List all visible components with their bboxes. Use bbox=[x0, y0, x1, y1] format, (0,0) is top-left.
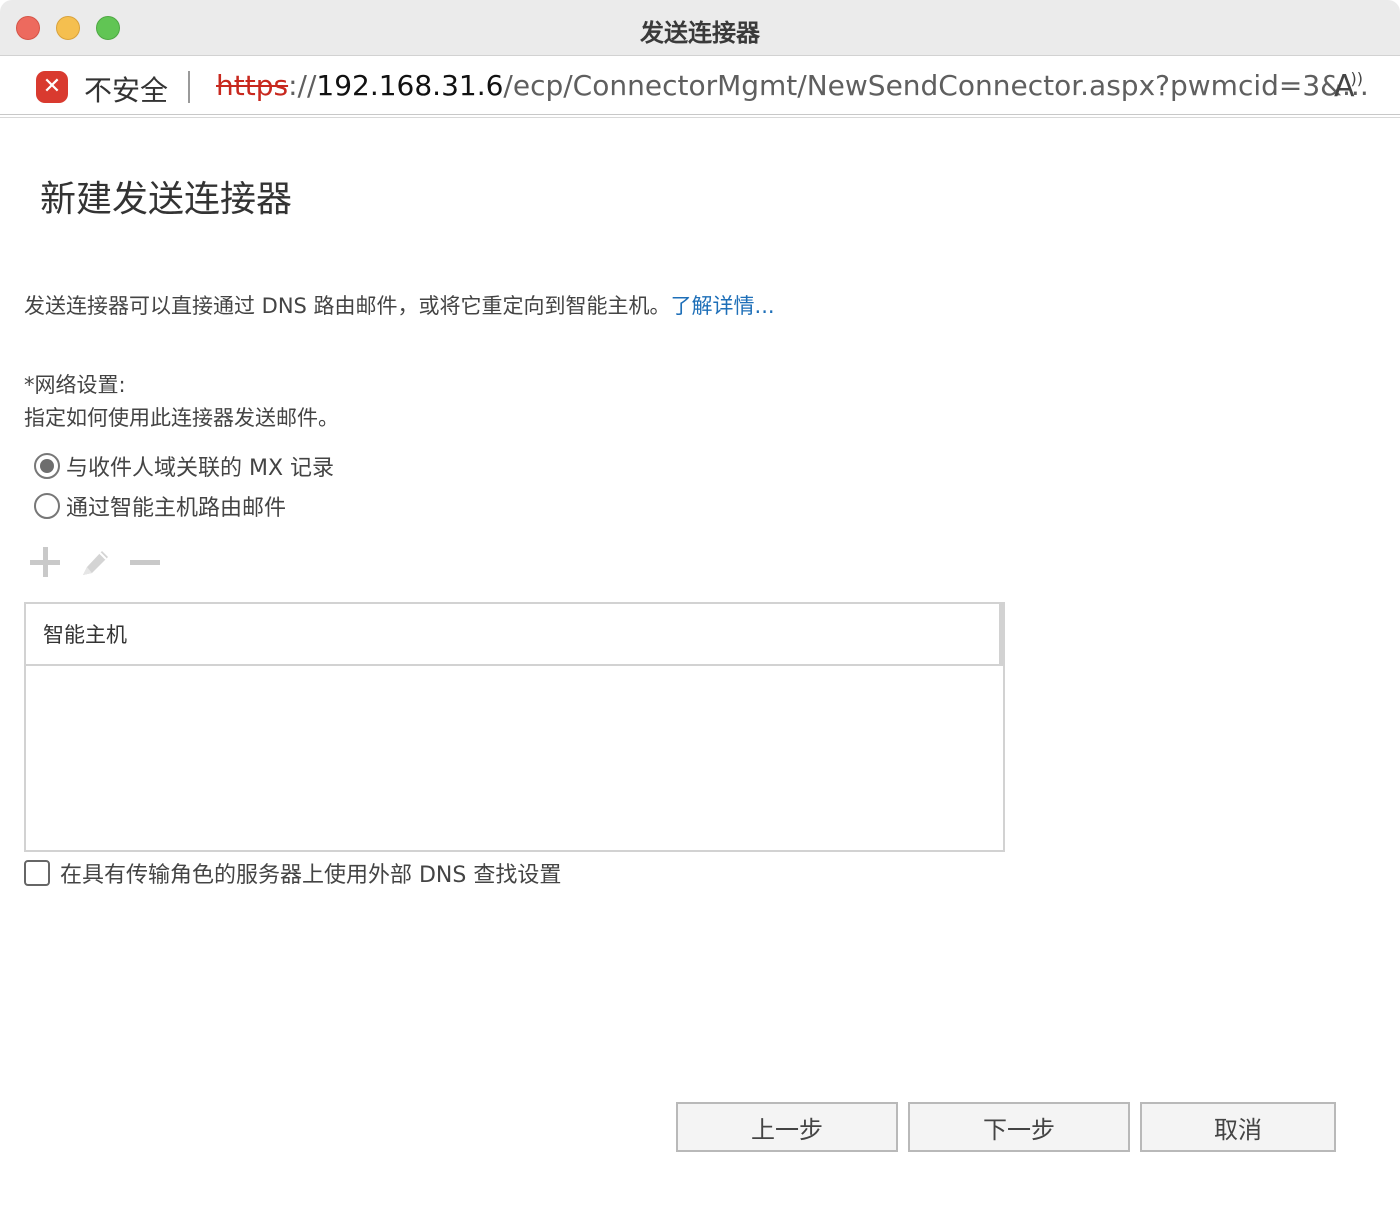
edit-icon[interactable] bbox=[78, 545, 112, 579]
security-label[interactable]: 不安全 bbox=[84, 69, 168, 109]
url-separator: :// bbox=[288, 69, 317, 102]
address-bar[interactable]: ✕ 不安全 https://192.168.31.6/ecp/Connector… bbox=[0, 57, 1400, 118]
add-icon[interactable] bbox=[28, 545, 62, 579]
grid-column-header-label: 智能主机 bbox=[43, 623, 127, 647]
insecure-icon[interactable]: ✕ bbox=[36, 71, 68, 103]
address-divider bbox=[188, 71, 190, 103]
window-title: 发送连接器 bbox=[640, 19, 760, 47]
radio-mx-record-label[interactable]: 与收件人域关联的 MX 记录 bbox=[66, 450, 334, 482]
url-scheme: https bbox=[216, 69, 289, 102]
radio-smart-host[interactable]: 通过智能主机路由邮件 bbox=[34, 490, 286, 522]
radio-mx-record[interactable]: 与收件人域关联的 MX 记录 bbox=[34, 450, 334, 482]
window-titlebar: 发送连接器 bbox=[0, 0, 1400, 56]
learn-more-link[interactable]: 了解详情... bbox=[671, 294, 775, 318]
external-dns-checkbox-control[interactable] bbox=[24, 860, 50, 886]
url-text[interactable]: https://192.168.31.6/ecp/ConnectorMgmt/N… bbox=[216, 69, 1369, 102]
radio-mx-record-control[interactable] bbox=[34, 453, 60, 479]
back-button[interactable]: 上一步 bbox=[676, 1102, 898, 1152]
smart-host-toolbar bbox=[28, 544, 178, 580]
external-dns-checkbox-label[interactable]: 在具有传输角色的服务器上使用外部 DNS 查找设置 bbox=[60, 857, 561, 889]
reader-aloud-icon[interactable]: A)) bbox=[1334, 69, 1367, 104]
url-host: 192.168.31.6 bbox=[316, 69, 504, 102]
intro-description: 发送连接器可以直接通过 DNS 路由邮件，或将它重定向到智能主机。 bbox=[24, 294, 671, 318]
external-dns-checkbox[interactable]: 在具有传输角色的服务器上使用外部 DNS 查找设置 bbox=[24, 858, 561, 888]
smart-host-grid[interactable]: 智能主机 bbox=[24, 602, 1005, 852]
radio-smart-host-label[interactable]: 通过智能主机路由邮件 bbox=[66, 490, 286, 522]
network-settings-description: 指定如何使用此连接器发送邮件。 bbox=[24, 406, 339, 430]
network-settings-label: *网络设置: bbox=[24, 373, 126, 397]
intro-text: 发送连接器可以直接通过 DNS 路由邮件，或将它重定向到智能主机。了解详情... bbox=[24, 290, 775, 320]
next-button[interactable]: 下一步 bbox=[908, 1102, 1130, 1152]
grid-column-header[interactable]: 智能主机 bbox=[26, 604, 1003, 666]
cancel-button[interactable]: 取消 bbox=[1140, 1102, 1336, 1152]
page-title: 新建发送连接器 bbox=[40, 179, 293, 220]
radio-smart-host-control[interactable] bbox=[34, 493, 60, 519]
remove-icon[interactable] bbox=[128, 545, 162, 579]
url-path: /ecp/ConnectorMgmt/NewSendConnector.aspx… bbox=[503, 69, 1369, 102]
